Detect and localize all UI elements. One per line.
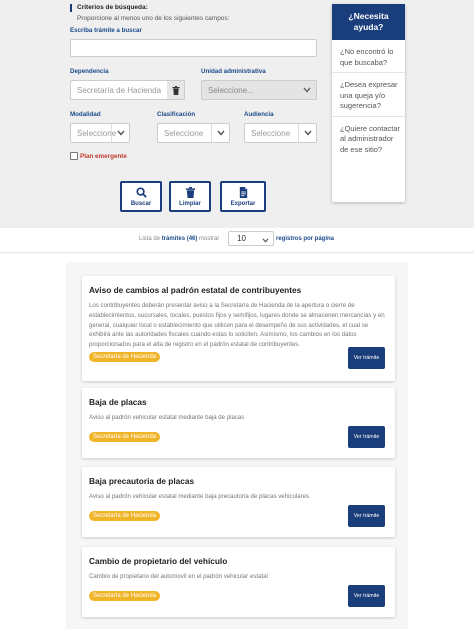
unidad-select[interactable]: Seleccione... <box>201 80 317 100</box>
modalidad-select[interactable]: Seleccione <box>70 123 130 143</box>
ver-tramite-button[interactable]: Ver trámite <box>348 426 385 448</box>
ver-tramite-button[interactable]: Ver trámite <box>348 585 385 607</box>
buscar-label: Buscar <box>130 200 152 207</box>
dependencia-badge: Secretaría de Hacienda <box>89 511 161 521</box>
help-item-no-encontro[interactable]: ¿No encontró lo que buscaba? <box>332 43 405 73</box>
unidad-label: Unidad administrativa <box>201 68 266 75</box>
trash-icon <box>185 186 195 198</box>
tramite-title: Baja precautoria de placas <box>89 476 195 486</box>
tramite-card: Baja de placas Aviso al padrón vehicular… <box>82 388 395 458</box>
per-page-select[interactable]: 10 <box>228 231 274 246</box>
clasificacion-value: Seleccione <box>164 128 204 138</box>
dependencia-value: Secretaría de Hacienda <box>77 85 162 95</box>
plan-emergente-checkbox[interactable] <box>70 152 78 160</box>
per-page-value: 10 <box>237 234 246 243</box>
chevron-down-icon <box>211 124 229 142</box>
dependencia-select[interactable]: Secretaría de Hacienda <box>70 80 168 100</box>
lista-count: (46) <box>186 236 198 242</box>
divider <box>0 252 474 253</box>
lista-mostrar: mostrar <box>199 236 220 242</box>
tramite-title: Aviso de cambios al padrón estatal de co… <box>89 285 302 295</box>
audiencia-select[interactable]: Seleccione <box>244 123 317 143</box>
audiencia-label: Audiencia <box>244 111 274 118</box>
search-input[interactable] <box>70 39 317 57</box>
search-label: Escriba trámite a buscar <box>70 27 142 34</box>
clasificacion-label: Clasificación <box>157 111 196 118</box>
registros-label: registros por página <box>276 236 334 242</box>
tramite-title: Cambio de propietario del vehículo <box>89 556 228 566</box>
exportar-button[interactable]: Exportar <box>220 181 266 212</box>
registros-text: registros por página <box>276 236 335 242</box>
exportar-label: Exportar <box>230 200 256 207</box>
dependencia-badge: Secretaría de Hacienda <box>89 591 161 601</box>
dependencia-badge: Secretaría de Hacienda <box>89 352 161 362</box>
dependencia-badge: Secretaría de Hacienda <box>89 432 161 442</box>
chevron-down-icon <box>298 124 316 142</box>
unidad-placeholder: Seleccione... <box>208 85 254 95</box>
help-panel: ¿Necesita ayuda? ¿No encontró lo que bus… <box>332 4 405 202</box>
limpiar-label: Limpiar <box>179 200 201 207</box>
criterios-subtitle: Proporcione al menos uno de los siguient… <box>77 15 230 22</box>
tramite-card: Baja precautoria de placas Aviso al padr… <box>82 467 395 537</box>
modalidad-label: Modalidad <box>70 111 101 118</box>
tramite-description: Cambio de propietario del automovil en e… <box>89 573 268 580</box>
trash-icon <box>172 85 179 95</box>
ver-tramite-button[interactable]: Ver trámite <box>348 347 385 369</box>
lista-text: Lista de trámites (46) mostrar <box>139 236 219 242</box>
limpiar-button[interactable]: Limpiar <box>169 181 211 212</box>
plan-emergente-label: Plan emergente <box>80 153 127 160</box>
chevron-down-icon <box>262 236 269 245</box>
help-item-contactar[interactable]: ¿Quiere contactar al administrador de es… <box>332 120 405 160</box>
tramite-card: Cambio de propietario del vehículo Cambi… <box>82 547 395 617</box>
buscar-button[interactable]: Buscar <box>120 181 162 212</box>
tramite-description: Los contribuyentes deberán presentar avi… <box>89 302 385 349</box>
chevron-down-icon <box>298 81 316 99</box>
lista-prefix: Lista de <box>139 236 161 242</box>
help-item-queja[interactable]: ¿Desea expresar una queja y/o sugerencia… <box>332 76 405 117</box>
ver-tramite-button[interactable]: Ver trámite <box>348 505 385 527</box>
clear-dependencia-button[interactable] <box>167 80 185 100</box>
audiencia-value: Seleccione <box>251 128 291 138</box>
tramite-description: Aviso al padrón vehicular estatal median… <box>89 414 245 421</box>
clasificacion-select[interactable]: Seleccione <box>157 123 230 143</box>
criterios-title: Criterios de búsqueda: <box>70 4 148 12</box>
tramite-title: Baja de placas <box>89 397 147 407</box>
lista-tramites-label: trámites <box>161 236 186 242</box>
tramite-description: Aviso al padrón vehicular estatal median… <box>89 493 310 500</box>
chevron-down-icon <box>111 124 129 142</box>
dependencia-label: Dependencia <box>70 68 109 75</box>
tramite-card: Aviso de cambios al padrón estatal de co… <box>82 276 395 381</box>
search-icon <box>135 186 147 198</box>
document-icon <box>239 186 247 198</box>
help-title: ¿Necesita ayuda? <box>332 4 405 40</box>
